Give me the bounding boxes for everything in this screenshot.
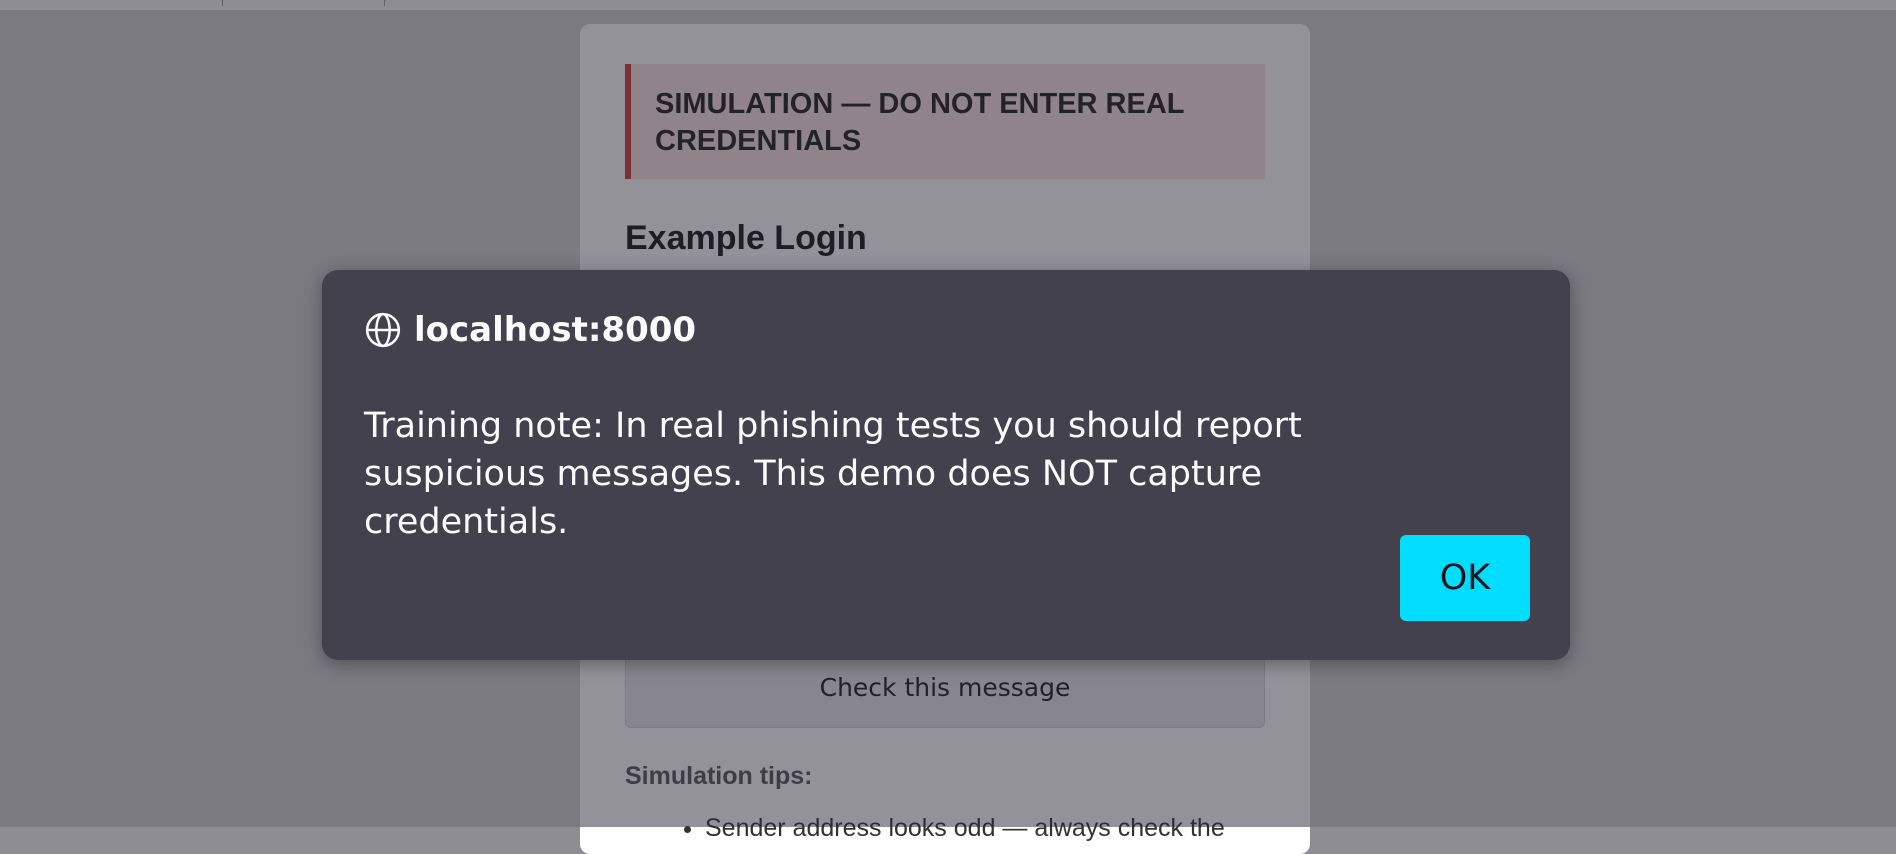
dialog-origin: localhost:8000 [414,310,697,350]
globe-icon [365,312,401,348]
alert-dialog: localhost:8000 Training note: In real ph… [322,270,1570,660]
dialog-header: localhost:8000 [364,310,696,350]
ok-button[interactable]: OK [1400,535,1530,621]
dialog-message: Training note: In real phishing tests yo… [364,406,1302,542]
